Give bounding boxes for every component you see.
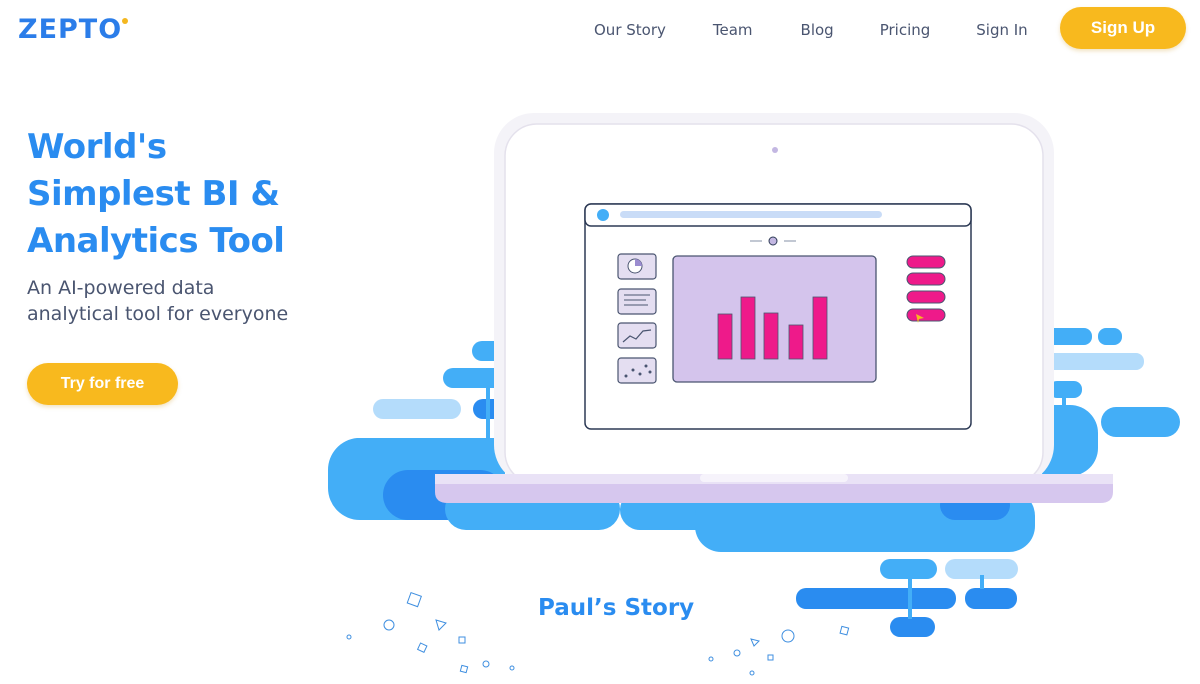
laptop-illustration	[327, 113, 1180, 676]
scatter-chart-icon	[617, 357, 657, 384]
line-chart-icon	[617, 322, 657, 349]
table-icon	[617, 288, 657, 315]
pauls-story-heading[interactable]: Paul’s Story	[538, 595, 694, 621]
bar-chart-panel	[672, 255, 877, 383]
right-cloud-decoration	[1042, 328, 1180, 480]
webcam-icon	[772, 147, 778, 153]
pie-chart-icon	[617, 253, 657, 280]
app-window	[584, 203, 972, 430]
